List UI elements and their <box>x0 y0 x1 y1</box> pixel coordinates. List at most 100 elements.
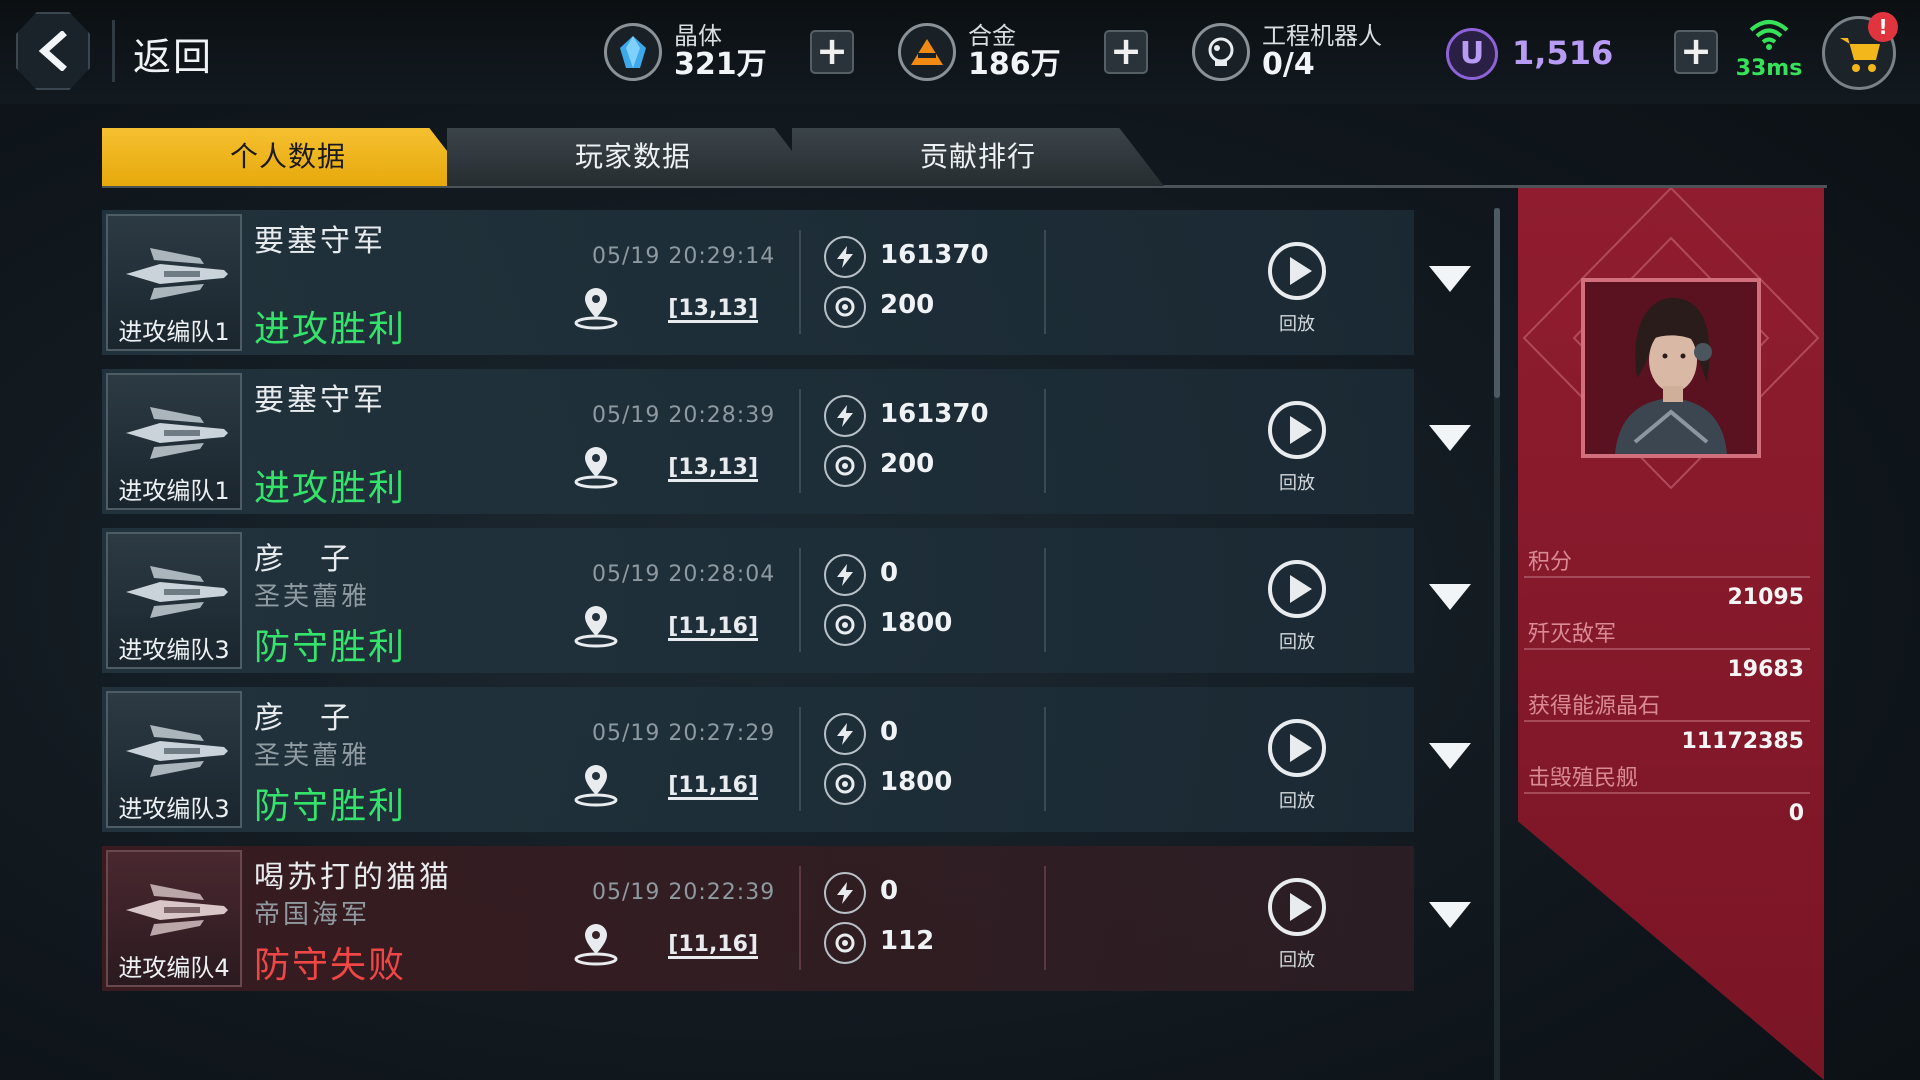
fleet-thumbnail[interactable]: 进攻编队1 <box>106 214 242 351</box>
alloy-resource: 合金 186万 <box>898 14 1061 90</box>
fleet-thumbnail[interactable]: 进攻编队3 <box>106 691 242 828</box>
battle-result: 防守失败 <box>254 945 407 986</box>
ping-value: 33ms <box>1735 56 1803 81</box>
battle-record-row: 进攻编队4 喝苏打的猫猫 帝国海军 防守失败 05/19 20:22:39 [1… <box>102 846 1471 991</box>
battle-result: 防守胜利 <box>254 627 407 668</box>
premium-currency-value: 1,516 <box>1512 34 1614 72</box>
score-value: 1800 <box>880 608 953 638</box>
coordinate-link[interactable]: [13,13] <box>668 457 758 482</box>
replay-label: 回放 <box>1279 950 1315 971</box>
alloy-icon <box>898 23 956 81</box>
chevron-down-icon[interactable] <box>1427 900 1473 930</box>
battle-time: 05/19 20:27:29 <box>592 721 776 746</box>
location-pin-icon <box>574 447 618 489</box>
replay-label: 回放 <box>1279 632 1315 653</box>
robot-label: 工程机器人 <box>1262 21 1382 50</box>
fleet-thumbnail[interactable]: 进攻编队1 <box>106 373 242 510</box>
location-pin-icon <box>574 924 618 966</box>
power-icon <box>824 713 866 755</box>
fleet-label: 进攻编队1 <box>118 318 230 346</box>
play-icon <box>1268 401 1326 459</box>
power-value: 0 <box>880 876 899 906</box>
chevron-down-icon[interactable] <box>1427 264 1473 294</box>
battle-time: 05/19 20:29:14 <box>592 244 776 269</box>
opponent-guild: 圣芙蕾雅 <box>254 582 371 612</box>
battle-record-row: 进攻编队3 彦 子 圣芙蕾雅 防守胜利 05/19 20:28:04 [11,1… <box>102 528 1471 673</box>
power-value: 161370 <box>880 240 989 270</box>
tab-contribution-ranking[interactable]: 贡献排行 <box>792 128 1164 186</box>
network-status: 33ms <box>1734 18 1804 81</box>
divider <box>112 20 115 82</box>
spaceship-icon <box>126 725 228 777</box>
crystal-value: 321万 <box>674 46 767 82</box>
divider <box>799 230 801 334</box>
power-icon <box>824 236 866 278</box>
chevron-down-icon[interactable] <box>1427 582 1473 612</box>
tab-personal-data[interactable]: 个人数据 <box>102 128 474 186</box>
back-label[interactable]: 返回 <box>133 26 213 81</box>
score-emblem-icon <box>824 604 866 646</box>
scrollbar-thumb[interactable] <box>1494 208 1500 398</box>
fleet-thumbnail[interactable]: 进攻编队3 <box>106 532 242 669</box>
location-pin-icon <box>574 606 618 648</box>
divider <box>799 389 801 493</box>
power-icon <box>824 554 866 596</box>
stat-value: 19683 <box>1727 657 1804 682</box>
battle-result: 进攻胜利 <box>254 468 407 509</box>
stat-label: 击毁殖民舰 <box>1524 764 1810 794</box>
fleet-label: 进攻编队4 <box>118 954 230 982</box>
replay-button[interactable]: 回放 <box>1262 876 1332 972</box>
coordinate-link[interactable]: [13,13] <box>668 298 758 323</box>
notification-badge: ! <box>1868 12 1898 42</box>
chevron-down-icon[interactable] <box>1427 423 1473 453</box>
replay-button[interactable]: 回放 <box>1262 240 1332 336</box>
replay-button[interactable]: 回放 <box>1262 717 1332 813</box>
play-icon <box>1268 560 1326 618</box>
add-crystal-button[interactable]: + <box>810 30 854 74</box>
alloy-value: 186万 <box>968 46 1061 82</box>
fleet-thumbnail[interactable]: 进攻编队4 <box>106 850 242 987</box>
spaceship-icon <box>126 407 228 459</box>
score-value: 200 <box>880 290 935 320</box>
battle-result: 进攻胜利 <box>254 309 407 350</box>
stat-label: 积分 <box>1524 548 1810 578</box>
opponent-guild: 帝国海军 <box>254 900 371 930</box>
replay-label: 回放 <box>1279 473 1315 494</box>
avatar <box>1585 282 1757 454</box>
opponent-guild: 圣芙蕾雅 <box>254 741 371 771</box>
battle-record-row: 进攻编队1 要塞守军 进攻胜利 05/19 20:29:14 [13,13] 1… <box>102 210 1471 355</box>
power-value: 0 <box>880 717 899 747</box>
battle-time: 05/19 20:28:04 <box>592 562 776 587</box>
play-icon <box>1268 719 1326 777</box>
replay-button[interactable]: 回放 <box>1262 558 1332 654</box>
divider <box>799 866 801 970</box>
crystal-label: 晶体 <box>674 21 722 50</box>
crystal-resource: 晶体 321万 <box>604 14 767 90</box>
add-premium-button[interactable]: + <box>1674 30 1718 74</box>
spaceship-icon <box>126 566 228 618</box>
divider <box>799 548 801 652</box>
back-button[interactable] <box>16 12 90 90</box>
replay-button[interactable]: 回放 <box>1262 399 1332 495</box>
coordinate-link[interactable]: [11,16] <box>668 616 758 641</box>
stat-label: 获得能源晶石 <box>1524 692 1810 722</box>
power-value: 0 <box>880 558 899 588</box>
replay-label: 回放 <box>1279 791 1315 812</box>
play-icon <box>1268 878 1326 936</box>
tab-player-data[interactable]: 玩家数据 <box>447 128 819 186</box>
chevron-down-icon[interactable] <box>1427 741 1473 771</box>
play-icon <box>1268 242 1326 300</box>
opponent-name: 要塞守军 <box>254 224 386 259</box>
opponent-name: 彦 子 <box>254 542 353 577</box>
battle-record-row: 进攻编队3 彦 子 圣芙蕾雅 防守胜利 05/19 20:27:29 [11,1… <box>102 687 1471 832</box>
opponent-name: 喝苏打的猫猫 <box>254 860 452 895</box>
divider <box>1044 389 1046 493</box>
coordinate-link[interactable]: [11,16] <box>668 775 758 800</box>
add-alloy-button[interactable]: + <box>1104 30 1148 74</box>
coordinate-link[interactable]: [11,16] <box>668 934 758 959</box>
score-value: 200 <box>880 449 935 479</box>
divider <box>799 707 801 811</box>
commander-portrait[interactable] <box>1581 278 1761 458</box>
spaceship-icon <box>126 884 228 936</box>
fleet-label: 进攻编队3 <box>118 636 230 664</box>
